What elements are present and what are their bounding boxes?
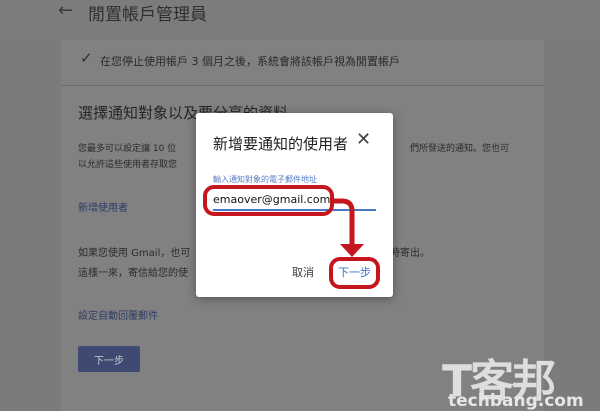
arrow-left-icon[interactable]: ← [58,0,73,21]
section-desc-line2-left: 以允許這些使用者存取您 [78,160,178,170]
top-bar: ← 閒置帳戶管理員 [0,0,600,40]
add-user-link[interactable]: 新增使用者 [78,199,128,214]
gmail-text-line2-left: 這樣一來，寄信給您的使 [78,268,188,279]
notice-text: 在您停止使用帳戶 3 個月之後，系統會將該帳戶視為閒置帳戶 [100,55,400,68]
cancel-button[interactable]: 取消 [292,264,314,280]
close-icon[interactable]: ✕ [356,129,371,150]
email-input[interactable] [213,189,376,211]
section-desc-line1-right: 們所發送的通知。您也可 [410,144,510,154]
email-field-label: 輸入通知對象的電子郵件地址 [213,175,317,184]
auto-reply-link[interactable]: 設定自動回覆郵件 [78,307,158,322]
next-step-button[interactable]: 下一步 [338,264,371,280]
check-icon: ✓ [80,49,93,67]
add-user-dialog: 新增要通知的使用者 ✕ 輸入通知對象的電子郵件地址 取消 下一步 [196,113,393,297]
dialog-title: 新增要通知的使用者 [213,135,349,153]
watermark-url: techbang.com [448,391,584,411]
divider [61,85,544,86]
gmail-text-line1-left: 如果您使用 Gmail，也可 [78,248,191,259]
gmail-text-line1-right: 時寄出。 [390,248,430,259]
page-title: 閒置帳戶管理員 [88,5,207,25]
section-desc-line1-left: 您最多可以設定讓 10 位 [78,144,177,154]
next-button-background[interactable]: 下一步 [78,346,140,372]
watermark: T客邦 techbang.com [438,345,600,411]
